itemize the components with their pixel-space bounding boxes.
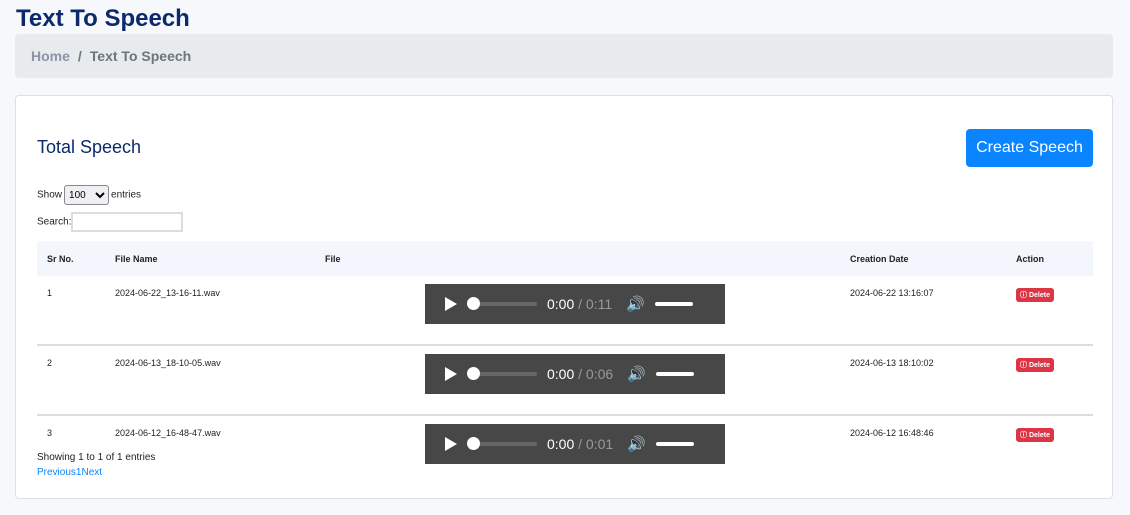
play-icon[interactable] bbox=[445, 297, 457, 311]
entries-label: entries bbox=[111, 189, 142, 201]
file-cell: 0:00 / 0:01 🔊 bbox=[315, 415, 840, 484]
seek-slider[interactable] bbox=[467, 367, 537, 380]
volume-slider[interactable] bbox=[655, 442, 694, 446]
header-sr-no: Sr No. bbox=[37, 241, 105, 276]
creation-date: 2024-06-12 16:48:46 bbox=[850, 428, 934, 438]
volume-icon[interactable]: 🔊 bbox=[627, 365, 646, 383]
delete-button[interactable]: ⓘ Delete bbox=[1016, 428, 1054, 442]
sr-no: 2 bbox=[37, 345, 105, 416]
delete-button[interactable]: ⓘ Delete bbox=[1016, 358, 1054, 372]
table-row: 1 2024-06-22_13-16-11.wav 0:00 / 0:11 🔊 … bbox=[37, 276, 1093, 346]
current-time: 0:00 bbox=[547, 296, 575, 312]
header-creation-date: Creation Date bbox=[840, 241, 1006, 276]
delete-label: Delete bbox=[1028, 362, 1050, 369]
creation-date: 2024-06-13 18:10:02 bbox=[840, 345, 1006, 416]
search-box: Search: bbox=[37, 212, 184, 232]
speech-table: Sr No. File Name File Creation Date Acti… bbox=[37, 241, 1093, 484]
file-name: 2024-06-12_16-48-47.wav bbox=[115, 428, 221, 438]
entries-select[interactable]: 100 bbox=[64, 185, 110, 205]
next-button[interactable]: Next bbox=[81, 467, 102, 478]
search-input[interactable] bbox=[71, 212, 184, 232]
volume-slider[interactable] bbox=[654, 302, 693, 306]
audio-player[interactable]: 0:00 / 0:01 🔊 bbox=[425, 424, 725, 464]
current-time: 0:00 bbox=[547, 436, 575, 452]
table-row: 3 2024-06-12_16-48-47.wav 0:00 / 0:01 🔊 … bbox=[37, 415, 1093, 484]
volume-slider[interactable] bbox=[655, 372, 694, 376]
speech-card: Total Speech Create Speech Show 100 entrie… bbox=[15, 95, 1113, 499]
volume-icon[interactable]: 🔊 bbox=[626, 295, 645, 313]
seek-slider[interactable] bbox=[467, 297, 537, 310]
breadcrumb-separator: / bbox=[77, 48, 82, 64]
volume-icon[interactable]: 🔊 bbox=[627, 435, 646, 453]
current-time: 0:00 bbox=[547, 366, 575, 382]
seek-slider[interactable] bbox=[467, 437, 537, 450]
play-icon[interactable] bbox=[445, 367, 457, 381]
delete-label: Delete bbox=[1028, 292, 1050, 299]
info-icon: ⓘ bbox=[1020, 432, 1027, 439]
breadcrumb-current: Text To Speech bbox=[89, 48, 192, 64]
card-title: Total Speech bbox=[37, 137, 142, 157]
info-icon: ⓘ bbox=[1020, 292, 1027, 299]
breadcrumb-home-link[interactable]: Home bbox=[31, 48, 70, 64]
creation-date: 2024-06-22 13:16:07 bbox=[840, 276, 1006, 346]
entries-length: Show 100 entries bbox=[37, 185, 141, 205]
header-file-name: File Name bbox=[105, 241, 315, 276]
page-title: Text To Speech bbox=[16, 5, 190, 32]
info-icon: ⓘ bbox=[1020, 362, 1027, 369]
file-cell: 0:00 / 0:11 🔊 bbox=[315, 276, 840, 346]
audio-player[interactable]: 0:00 / 0:11 🔊 bbox=[425, 284, 725, 324]
action-cell: ⓘ Delete bbox=[1006, 415, 1093, 484]
audio-player[interactable]: 0:00 / 0:06 🔊 bbox=[425, 354, 725, 394]
play-icon[interactable] bbox=[445, 437, 457, 451]
create-speech-button[interactable]: Create Speech bbox=[966, 129, 1093, 167]
delete-button[interactable]: ⓘ Delete bbox=[1016, 288, 1054, 302]
previous-button[interactable]: Previous bbox=[37, 467, 76, 478]
action-cell: ⓘ Delete bbox=[1006, 276, 1093, 346]
breadcrumb: Home / Text To Speech bbox=[15, 34, 1113, 78]
action-cell: ⓘ Delete bbox=[1006, 345, 1093, 416]
delete-label: Delete bbox=[1028, 432, 1050, 439]
header-file: File bbox=[315, 241, 840, 276]
sr-no: 1 bbox=[37, 276, 105, 346]
table-row: 2 2024-06-13_18-10-05.wav 0:00 / 0:06 🔊 … bbox=[37, 345, 1093, 416]
duration: / 0:11 bbox=[578, 296, 613, 312]
duration: / 0:06 bbox=[578, 366, 614, 382]
show-label: Show bbox=[37, 189, 63, 201]
duration: / 0:01 bbox=[578, 436, 614, 452]
file-cell: 0:00 / 0:06 🔊 bbox=[315, 345, 840, 416]
table-info: Showing 1 to 1 of 1 entries bbox=[37, 452, 156, 463]
search-label: Search: bbox=[37, 216, 72, 228]
header-action: Action bbox=[1006, 241, 1093, 276]
pagination: Previous1Next bbox=[37, 467, 102, 478]
file-name: 2024-06-22_13-16-11.wav bbox=[105, 276, 315, 346]
file-name: 2024-06-13_18-10-05.wav bbox=[105, 345, 315, 416]
